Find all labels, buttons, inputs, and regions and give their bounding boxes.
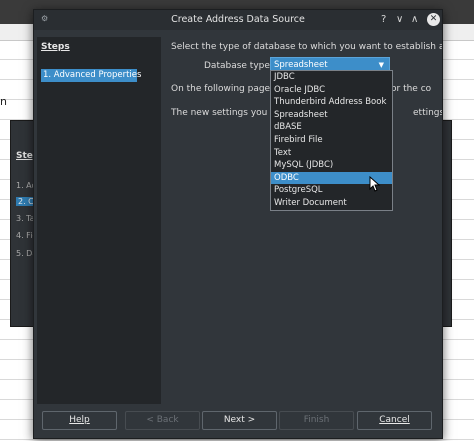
dropdown-option[interactable]: Spreadsheet: [271, 109, 392, 122]
steps-heading: Steps: [41, 42, 70, 52]
instruction-text: Select the type of database to which you…: [171, 42, 442, 52]
minimize-icon[interactable]: ∨: [396, 13, 403, 26]
background-text: n: [0, 95, 7, 108]
dropdown-option[interactable]: Thunderbird Address Book: [271, 96, 392, 109]
next-button[interactable]: Next >: [202, 411, 277, 430]
dropdown-option[interactable]: Writer Document: [271, 197, 392, 210]
info-paragraph-1-tail: or the co: [391, 84, 432, 94]
database-type-label: Database type:: [204, 61, 273, 71]
dropdown-option[interactable]: Text: [271, 147, 392, 160]
button-bar: Help < Back Next > Finish Cancel: [34, 406, 442, 438]
mouse-cursor-icon: [369, 176, 381, 192]
help-button-label: Help: [69, 415, 90, 425]
database-type-select[interactable]: Spreadsheet ▼: [270, 57, 390, 71]
dropdown-option[interactable]: MySQL (JDBC): [271, 159, 392, 172]
dropdown-option[interactable]: Firebird File: [271, 134, 392, 147]
close-icon[interactable]: ✕: [427, 13, 440, 26]
finish-button[interactable]: Finish: [279, 411, 354, 430]
step-advanced-properties[interactable]: 1. Advanced Properties: [41, 69, 141, 82]
dialog-titlebar[interactable]: ⚙ Create Address Data Source ? ∨ ∧ ✕: [34, 10, 442, 30]
back-button[interactable]: < Back: [125, 411, 200, 430]
dropdown-option[interactable]: Oracle JDBC: [271, 84, 392, 97]
database-type-value: Spreadsheet: [274, 60, 328, 70]
help-icon[interactable]: ?: [381, 13, 386, 26]
help-button[interactable]: Help: [42, 411, 117, 430]
maximize-icon[interactable]: ∧: [411, 13, 418, 26]
steps-panel: Steps 1. Advanced Properties: [37, 37, 161, 404]
cancel-button-label: Cancel: [379, 415, 410, 425]
dropdown-option[interactable]: JDBC: [271, 71, 392, 84]
info-paragraph-2-tail: ettings.: [413, 108, 442, 118]
background-step: 3. Ta: [16, 214, 35, 223]
dropdown-option[interactable]: dBASE: [271, 121, 392, 134]
cancel-button[interactable]: Cancel: [357, 411, 432, 430]
